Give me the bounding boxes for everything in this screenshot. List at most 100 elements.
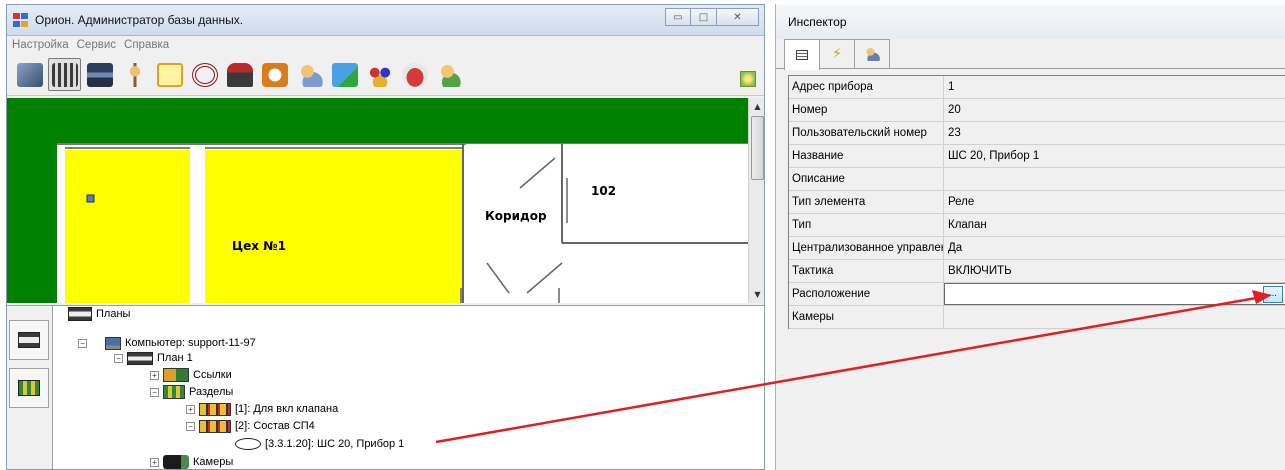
- menu-bar: Настройка Сервис Справка: [7, 36, 764, 54]
- property-name: Тип: [789, 214, 944, 236]
- add-card-button[interactable]: [328, 58, 361, 91]
- expand-toggle-icon[interactable]: +: [150, 370, 159, 380]
- property-name: Тактика: [789, 260, 944, 282]
- property-row-device-address[interactable]: Адрес прибора 1: [789, 76, 1285, 99]
- users-icon: [864, 47, 880, 61]
- title-bar[interactable]: Орион. Администратор базы данных. ▭ □ ✕: [7, 5, 764, 36]
- tree-node-links[interactable]: + Ссылки: [150, 367, 232, 383]
- menu-settings[interactable]: Настройка: [12, 39, 69, 51]
- plans-folder-icon: [68, 307, 92, 321]
- maximize-button[interactable]: □: [691, 8, 717, 26]
- key-user-button[interactable]: [433, 58, 466, 91]
- sections-icon: [51, 62, 78, 87]
- sections-tab-icon: [18, 380, 40, 396]
- tab-properties[interactable]: [784, 39, 820, 70]
- train-button[interactable]: [223, 58, 256, 91]
- scroll-down-arrow-icon[interactable]: ▼: [749, 286, 764, 303]
- users-button[interactable]: [293, 58, 326, 91]
- collapse-toggle-icon[interactable]: −: [114, 353, 123, 363]
- scroll-thumb[interactable]: [751, 116, 764, 180]
- property-row-type[interactable]: Тип Клапан: [789, 214, 1285, 237]
- property-value[interactable]: [944, 168, 1285, 190]
- devices-icon: [86, 62, 113, 87]
- property-value[interactable]: ВКЛЮЧИТЬ: [944, 260, 1285, 282]
- document-button[interactable]: [153, 58, 186, 91]
- train-icon: [226, 62, 253, 87]
- app-icon: [13, 13, 29, 27]
- property-row-name[interactable]: Название ШС 20, Прибор 1: [789, 145, 1285, 168]
- key-user-icon: [436, 62, 463, 87]
- property-row-number[interactable]: Номер 20: [789, 99, 1285, 122]
- plan-scrollbar[interactable]: ▲ ▼: [748, 98, 764, 303]
- wheel-button[interactable]: [188, 58, 221, 91]
- plan-view[interactable]: Цех №1 Коридор 102: [7, 98, 748, 303]
- tree-node-section-1[interactable]: + [1]: Для вкл клапана: [186, 401, 338, 417]
- property-value[interactable]: Реле: [944, 191, 1285, 213]
- property-value[interactable]: 23: [944, 122, 1285, 144]
- inspector-title: Инспектор: [788, 14, 847, 29]
- property-value[interactable]: [944, 306, 1285, 328]
- inspector-title-bar[interactable]: Инспектор: [776, 4, 1285, 39]
- tab-users[interactable]: [854, 39, 890, 68]
- links-icon: [163, 368, 189, 382]
- clock-button[interactable]: [258, 58, 291, 91]
- screenshot-root: Орион. Администратор базы данных. ▭ □ ✕ …: [0, 0, 1285, 470]
- workshop-room-a: [65, 150, 190, 303]
- tree-node-zone[interactable]: [3.3.1.20]: ШС 20, Прибор 1: [235, 436, 405, 452]
- menu-help[interactable]: Справка: [124, 39, 169, 51]
- floor-plan: [57, 143, 748, 303]
- car-button[interactable]: [398, 58, 431, 91]
- add-card-icon: [331, 62, 358, 87]
- side-tab-sections[interactable]: [9, 368, 49, 408]
- inspector-empty-area: [788, 329, 1285, 470]
- events-icon: ⚡: [832, 46, 842, 62]
- tree-node-plan1[interactable]: − План 1: [114, 350, 193, 366]
- property-value[interactable]: Клапан: [944, 214, 1285, 236]
- sections-folder-icon: [163, 385, 185, 399]
- location-browse-button[interactable]: ...: [1263, 286, 1283, 303]
- sections-button[interactable]: [48, 58, 81, 91]
- collapse-toggle-icon[interactable]: −: [150, 387, 159, 397]
- tree-label-section-2: [2]: Состав СП4: [235, 420, 315, 432]
- devices-button[interactable]: [83, 58, 116, 91]
- expand-toggle-icon[interactable]: +: [186, 404, 195, 414]
- property-value-location[interactable]: ...: [944, 283, 1285, 305]
- property-row-location[interactable]: Расположение ...: [789, 283, 1285, 306]
- property-row-description[interactable]: Описание: [789, 168, 1285, 191]
- property-row-cameras[interactable]: Камеры: [789, 306, 1285, 329]
- property-value[interactable]: 1: [944, 76, 1285, 98]
- property-value[interactable]: 20: [944, 99, 1285, 121]
- property-name: Пользовательский номер: [789, 122, 944, 144]
- collapse-toggle-icon[interactable]: −: [186, 421, 195, 431]
- scroll-up-arrow-icon[interactable]: ▲: [749, 98, 764, 115]
- tree-node-section-2[interactable]: − [2]: Состав СП4: [186, 418, 315, 434]
- property-row-user-number[interactable]: Пользовательский номер 23: [789, 122, 1285, 145]
- collapse-toggle-icon[interactable]: −: [78, 338, 87, 348]
- tree-node-cameras[interactable]: + Камеры: [150, 454, 233, 469]
- tree-node-plans[interactable]: Планы: [68, 306, 130, 322]
- users-icon: [296, 62, 323, 87]
- expand-toggle-icon[interactable]: +: [150, 457, 159, 467]
- property-row-element-type[interactable]: Тип элемента Реле: [789, 191, 1285, 214]
- property-row-tactic[interactable]: Тактика ВКЛЮЧИТЬ: [789, 260, 1285, 283]
- property-value[interactable]: ШС 20, Прибор 1: [944, 145, 1285, 167]
- tree-label-computer: Компьютер: support-11-97: [125, 337, 256, 349]
- clock-icon: [261, 62, 288, 87]
- menu-service[interactable]: Сервис: [77, 39, 116, 51]
- close-button[interactable]: ✕: [717, 8, 759, 26]
- property-value[interactable]: Да: [944, 237, 1285, 259]
- wheel-icon: [191, 62, 218, 87]
- tab-events[interactable]: ⚡: [819, 39, 855, 68]
- plans-button[interactable]: [13, 58, 46, 91]
- groups-button[interactable]: [363, 58, 396, 91]
- palm-button[interactable]: [118, 58, 151, 91]
- tree-node-sections[interactable]: − Разделы: [150, 384, 233, 400]
- tree-node-computer[interactable]: − Компьютер: support-11-97: [78, 335, 256, 351]
- property-row-central-control[interactable]: Централизованное управлен Да: [789, 237, 1285, 260]
- minimize-button[interactable]: ▭: [665, 8, 691, 26]
- property-name: Расположение: [789, 283, 944, 305]
- side-tab-plans[interactable]: [9, 320, 49, 360]
- tree-label-links: Ссылки: [193, 369, 232, 381]
- zone-marker-icon[interactable]: [86, 194, 95, 203]
- groups-icon: [366, 62, 393, 87]
